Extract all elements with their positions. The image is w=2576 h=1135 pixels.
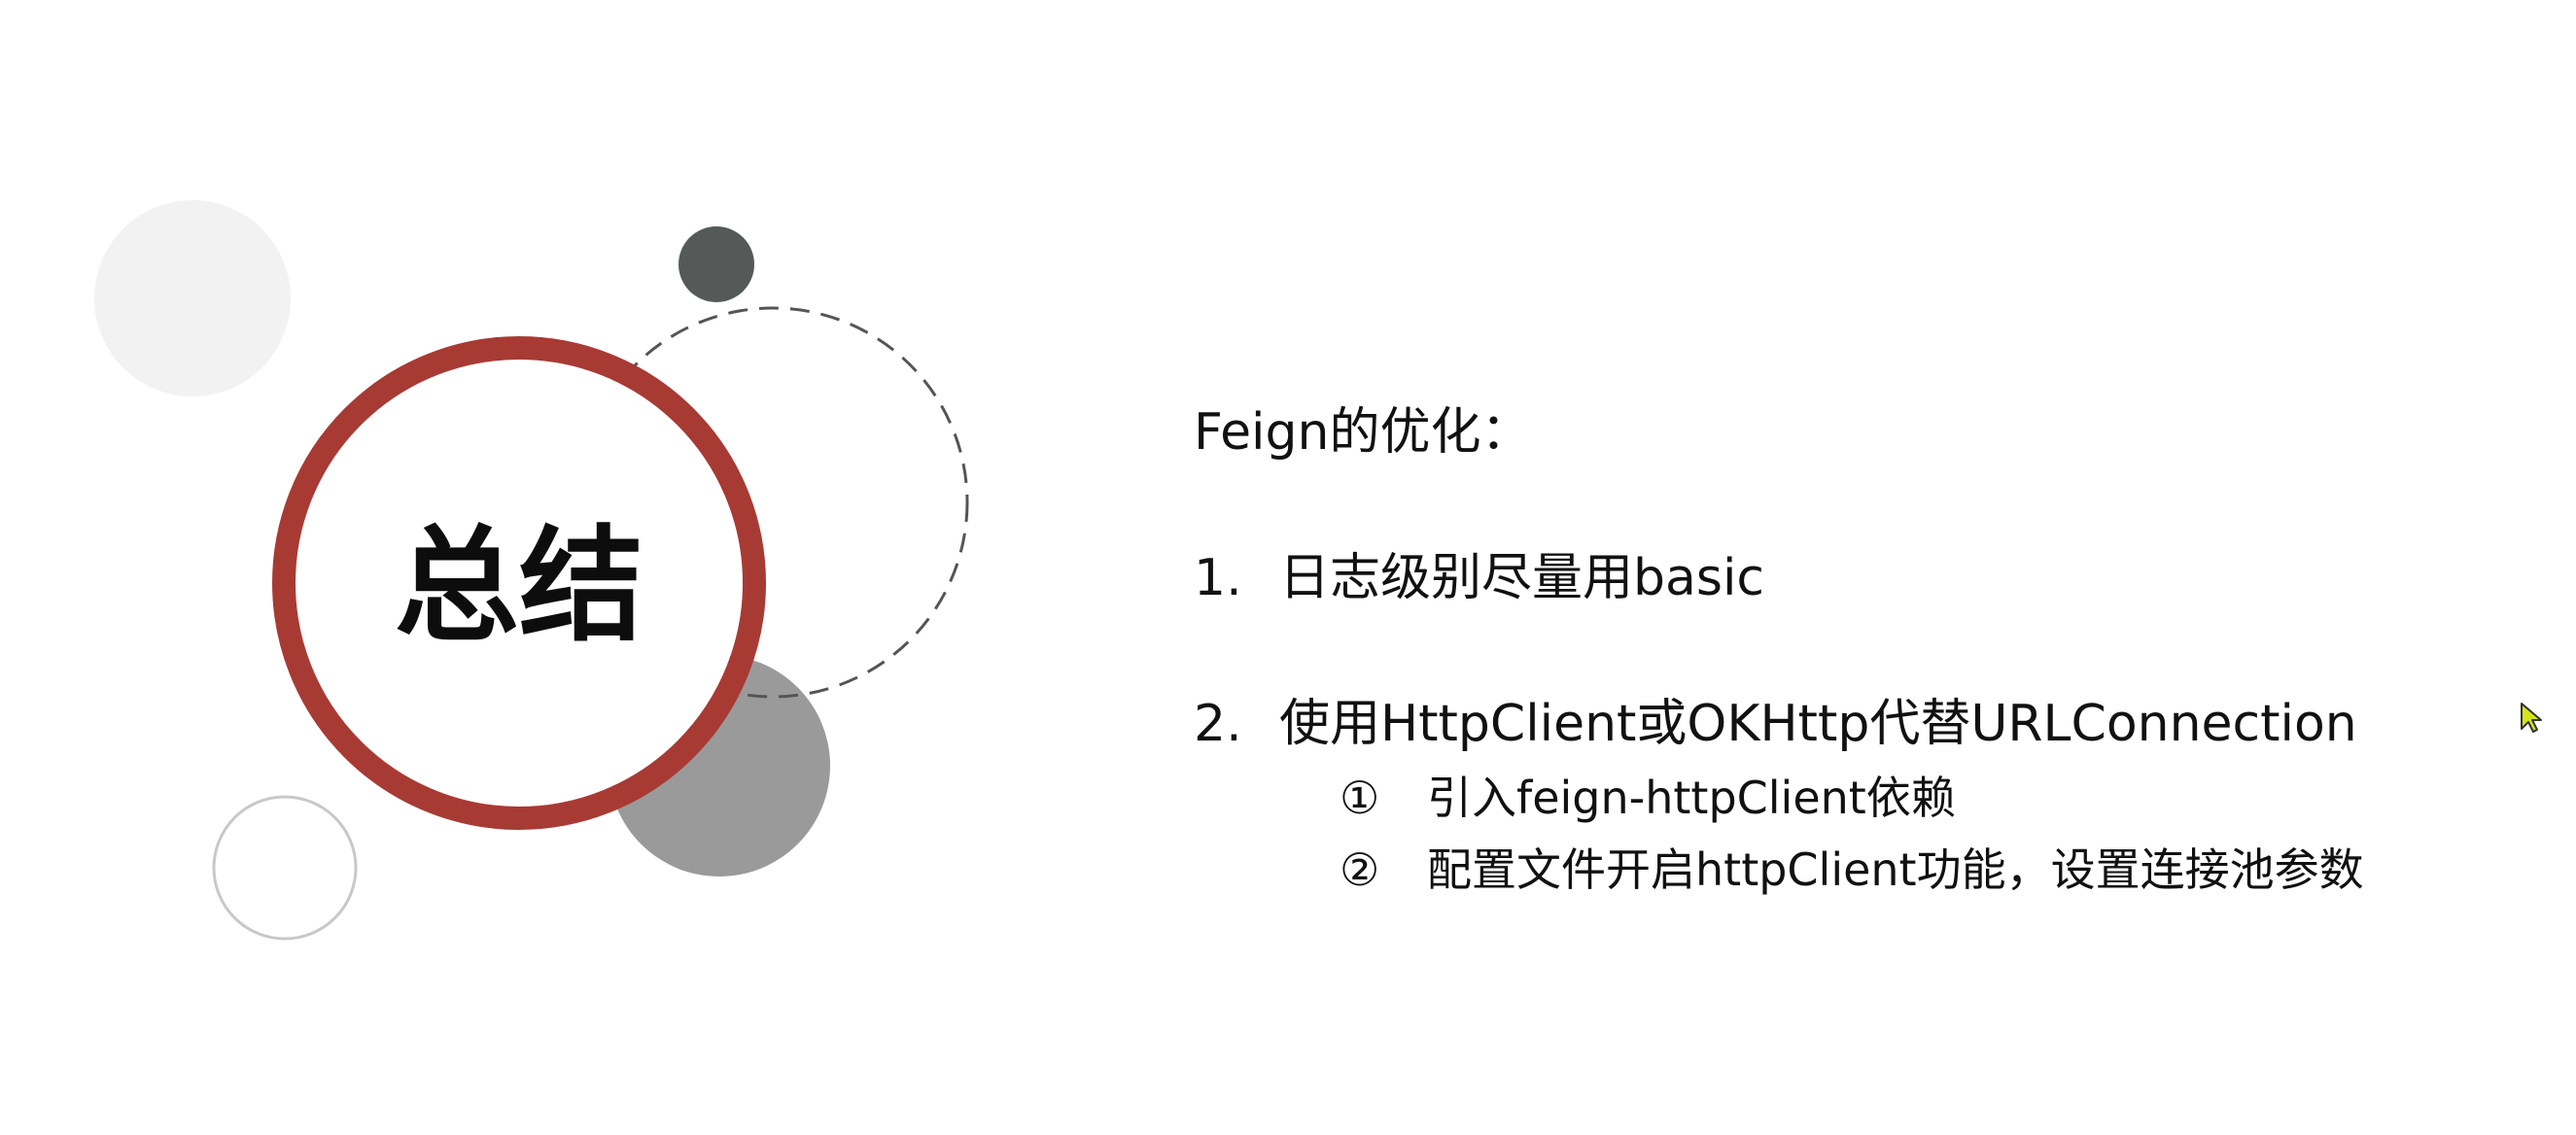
light-gray-circle: [94, 200, 291, 396]
mouse-cursor-icon: [2521, 703, 2542, 733]
list-item-text: 使用HttpClient或OKHttp代替URLConnection: [1279, 695, 2357, 753]
content-block: Feign的优化： 1. 日志级别尽量用basic 2. 使用HttpClien…: [1194, 398, 2457, 906]
outline-small-circle: [212, 795, 358, 941]
list-item-1: 1. 日志级别尽量用basic: [1194, 544, 2457, 612]
section-heading: Feign的优化：: [1194, 403, 1532, 462]
sub-list: ① 引入feign-httpClient依赖 ② 配置文件开启httpClien…: [1340, 762, 2457, 906]
list-item-2: 2. 使用HttpClient或OKHttp代替URLConnection: [1194, 690, 2457, 758]
sub-list-text: 引入feign-httpClient依赖: [1427, 772, 1956, 824]
sub-list-marker: ①: [1340, 772, 1380, 824]
list-item-number: 1.: [1194, 549, 1242, 607]
dark-small-circle: [679, 226, 754, 302]
list-item-text: 日志级别尽量用basic: [1279, 549, 1765, 607]
list-item-number: 2.: [1194, 695, 1242, 753]
sub-list-marker: ②: [1340, 843, 1380, 896]
sub-list-item-1: ① 引入feign-httpClient依赖: [1340, 762, 2457, 834]
sub-list-item-2: ② 配置文件开启httpClient功能，设置连接池参数: [1340, 834, 2457, 906]
sub-list-text: 配置文件开启httpClient功能，设置连接池参数: [1427, 843, 2364, 896]
slide-title: 总结: [394, 514, 644, 659]
